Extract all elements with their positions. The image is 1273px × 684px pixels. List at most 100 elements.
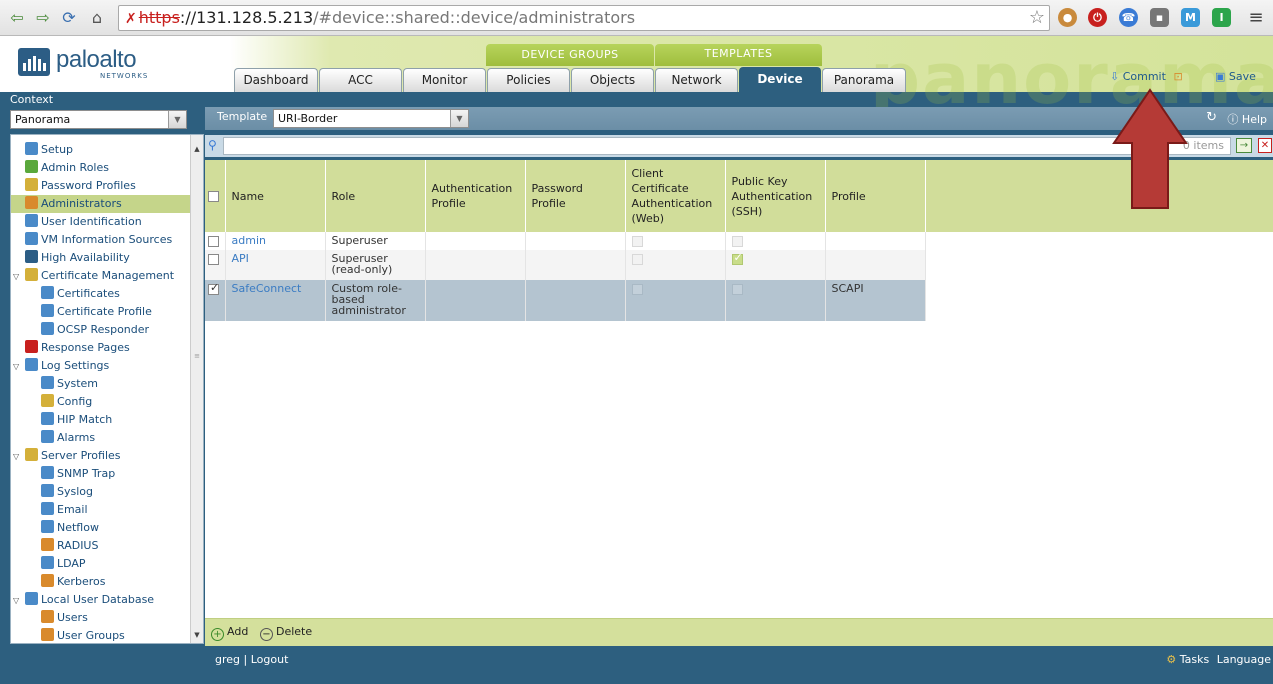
expand-toggle-icon[interactable]: ▽: [13, 268, 25, 286]
scroll-up-icon[interactable]: ▲: [191, 143, 203, 155]
sidebar-item-alarms[interactable]: Alarms: [11, 429, 191, 447]
row-checkbox[interactable]: [208, 282, 219, 295]
sidebar-item-certificates[interactable]: Certificates: [11, 285, 191, 303]
sidebar-item-certificate-management[interactable]: ▽ Certificate Management: [11, 267, 191, 285]
tab-acc[interactable]: ACC: [319, 68, 402, 92]
glasses-extension-icon[interactable]: ▪: [1150, 8, 1169, 27]
clear-filter-icon[interactable]: ✕: [1258, 138, 1272, 153]
menu-icon[interactable]: ≡: [1245, 7, 1267, 29]
sidebar-item-user-groups[interactable]: User Groups: [11, 627, 191, 643]
select-all-checkbox[interactable]: [208, 191, 219, 202]
sidebar-item-snmp-trap[interactable]: SNMP Trap: [11, 465, 191, 483]
bookmark-star-icon[interactable]: ☆: [1029, 6, 1045, 30]
apply-filter-icon[interactable]: →: [1236, 138, 1252, 153]
sidebar-item-log-settings[interactable]: ▽ Log Settings: [11, 357, 191, 375]
sidebar-item-admin-roles[interactable]: Admin Roles: [11, 159, 191, 177]
template-select[interactable]: URI-Border ▼: [273, 109, 469, 128]
sidebar-item-label: Kerberos: [57, 575, 106, 588]
delete-label: Delete: [276, 625, 313, 638]
nav-item-icon: [25, 340, 38, 353]
nav-scrollbar[interactable]: ▲ ≡ ▼: [190, 135, 203, 643]
sidebar-item-config[interactable]: Config: [11, 393, 191, 411]
ublock-extension-icon[interactable]: ⏻: [1088, 8, 1107, 27]
sidebar-item-administrators[interactable]: Administrators: [11, 195, 191, 213]
m-extension-icon[interactable]: M: [1181, 8, 1200, 27]
col-authentication-profile[interactable]: Authentication Profile: [425, 160, 526, 232]
scroll-down-icon[interactable]: ▼: [191, 629, 203, 641]
url-bar[interactable]: ✗ https://131.128.5.213/#device::shared::…: [118, 5, 1050, 31]
forward-icon[interactable]: ⇨: [32, 7, 54, 29]
context-select[interactable]: Panorama ▼: [10, 110, 187, 129]
sidebar-item-vm-information-sources[interactable]: VM Information Sources: [11, 231, 191, 249]
sidebar-item-hip-match[interactable]: HIP Match: [11, 411, 191, 429]
commit-button[interactable]: ⇩ Commit ⊡: [1110, 70, 1183, 83]
tab-objects[interactable]: Objects: [571, 68, 654, 92]
reload-icon[interactable]: ⟳: [58, 7, 80, 29]
sidebar-item-syslog[interactable]: Syslog: [11, 483, 191, 501]
home-icon[interactable]: ⌂: [86, 7, 108, 29]
table-row[interactable]: admin Superuser: [205, 232, 1273, 250]
tab-network[interactable]: Network: [655, 68, 738, 92]
pushbullet-extension-icon[interactable]: I: [1212, 8, 1231, 27]
tab-panorama[interactable]: Panorama: [822, 68, 906, 92]
row-checkbox[interactable]: [208, 253, 219, 265]
cookie-extension-icon[interactable]: ●: [1058, 8, 1077, 27]
nav-item-icon: [25, 142, 38, 155]
tab-policies[interactable]: Policies: [487, 68, 570, 92]
delete-button[interactable]: − Delete: [260, 625, 312, 641]
sidebar-item-response-pages[interactable]: Response Pages: [11, 339, 191, 357]
tab-device[interactable]: Device: [739, 67, 821, 93]
save-button[interactable]: ▣ Save: [1215, 70, 1256, 83]
sidebar-item-label: LDAP: [57, 557, 86, 570]
table-row[interactable]: API Superuser (read-only): [205, 250, 1273, 280]
refresh-icon[interactable]: ↻: [1206, 110, 1217, 125]
table-row[interactable]: SafeConnect Custom role-based administra…: [205, 280, 1273, 321]
add-button[interactable]: + Add: [211, 625, 248, 641]
sidebar-item-kerberos[interactable]: Kerberos: [11, 573, 191, 591]
col-profile[interactable]: Profile: [825, 160, 926, 232]
language-link[interactable]: Language: [1217, 653, 1271, 666]
sidebar-item-system[interactable]: System: [11, 375, 191, 393]
phone-extension-icon[interactable]: ☎: [1119, 8, 1138, 27]
help-button[interactable]: ⓘ Help: [1227, 111, 1267, 127]
tasks-link[interactable]: Tasks: [1180, 653, 1209, 666]
sidebar-item-local-user-database[interactable]: ▽ Local User Database: [11, 591, 191, 609]
admin-name-link[interactable]: admin: [232, 234, 266, 247]
col-password-profile[interactable]: Password Profile: [525, 160, 626, 232]
admin-name-link[interactable]: SafeConnect: [232, 282, 302, 295]
nav-item-icon: [41, 304, 54, 317]
nav-item-icon: [41, 430, 54, 443]
sidebar-item-ldap[interactable]: LDAP: [11, 555, 191, 573]
sidebar-item-ocsp-responder[interactable]: OCSP Responder: [11, 321, 191, 339]
sidebar-item-certificate-profile[interactable]: Certificate Profile: [11, 303, 191, 321]
profile-cell: SCAPI: [825, 280, 926, 321]
expand-toggle-icon[interactable]: ▽: [13, 592, 25, 610]
grid-action-bar: + Add − Delete: [205, 618, 1273, 646]
filter-input[interactable]: 0 items: [223, 137, 1231, 155]
nav-item-icon: [41, 538, 54, 551]
sidebar-item-high-availability[interactable]: High Availability: [11, 249, 191, 267]
expand-toggle-icon[interactable]: ▽: [13, 448, 25, 466]
col-client-cert-auth[interactable]: Client Certificate Authentication (Web): [625, 160, 726, 232]
sidebar-item-server-profiles[interactable]: ▽ Server Profiles: [11, 447, 191, 465]
admin-name-link[interactable]: API: [232, 252, 249, 265]
row-checkbox[interactable]: [208, 235, 219, 247]
col-name[interactable]: Name: [225, 160, 326, 232]
expand-toggle-icon[interactable]: ▽: [13, 358, 25, 376]
sidebar-item-email[interactable]: Email: [11, 501, 191, 519]
logout-link[interactable]: Logout: [251, 653, 289, 666]
tab-dashboard[interactable]: Dashboard: [234, 68, 318, 92]
sidebar-item-label: High Availability: [41, 251, 130, 264]
sidebar-item-label: Alarms: [57, 431, 96, 444]
sidebar-item-users[interactable]: Users: [11, 609, 191, 627]
tab-monitor[interactable]: Monitor: [403, 68, 486, 92]
sidebar-item-setup[interactable]: Setup: [11, 141, 191, 159]
sidebar-item-radius[interactable]: RADIUS: [11, 537, 191, 555]
col-role[interactable]: Role: [325, 160, 426, 232]
sidebar-item-user-identification[interactable]: User Identification: [11, 213, 191, 231]
col-public-key-auth[interactable]: Public Key Authentication (SSH): [725, 160, 826, 232]
add-icon: +: [211, 628, 224, 641]
sidebar-item-password-profiles[interactable]: Password Profiles: [11, 177, 191, 195]
back-icon[interactable]: ⇦: [6, 7, 28, 29]
sidebar-item-netflow[interactable]: Netflow: [11, 519, 191, 537]
